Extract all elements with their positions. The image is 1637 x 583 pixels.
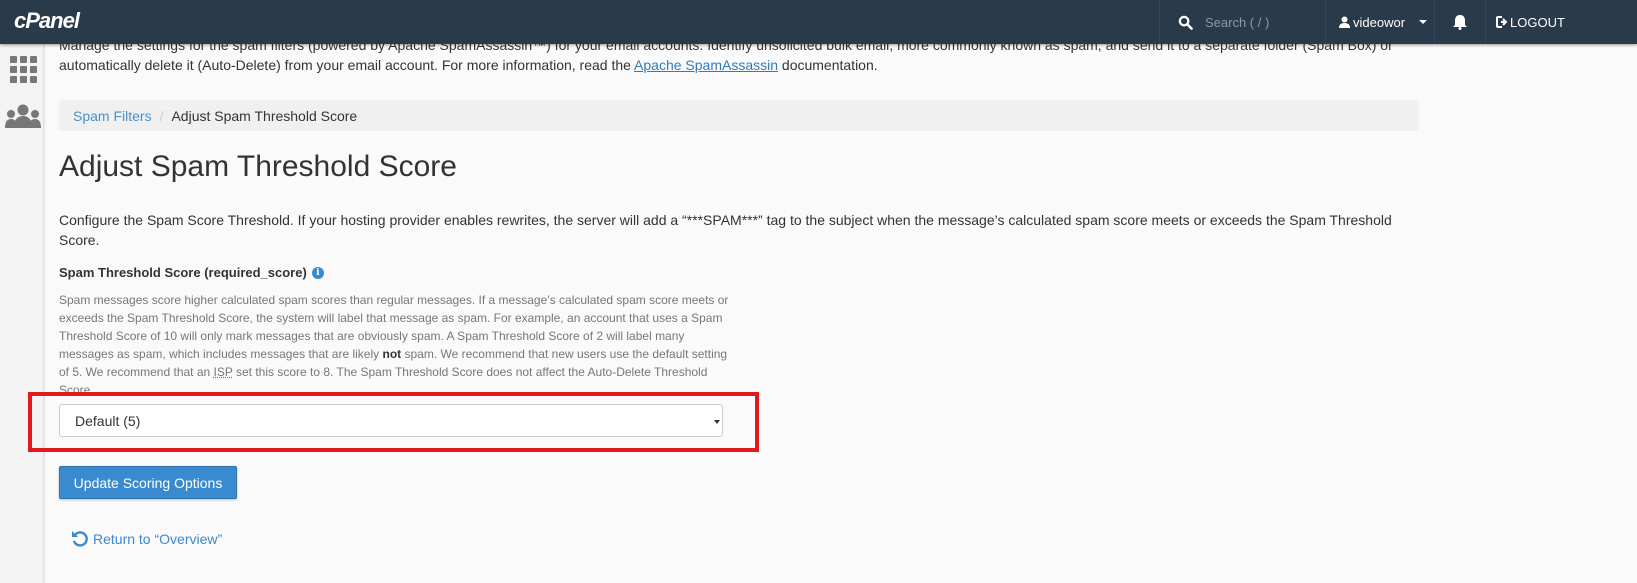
grid-icon[interactable] [10,56,37,83]
intro-text-part: documentation. [778,57,878,73]
logout-button[interactable]: LOGOUT [1485,0,1637,44]
field-label-text: Spam Threshold Score (required_score) [59,265,307,280]
logout-label: LOGOUT [1510,14,1565,30]
help-text-bold: not [382,347,402,361]
update-scoring-options-button[interactable]: Update Scoring Options [59,466,237,499]
breadcrumb: Spam Filters / Adjust Spam Threshold Sco… [59,100,1419,131]
chevron-down-icon [1419,20,1428,24]
breadcrumb-spam-filters[interactable]: Spam Filters [73,108,152,124]
user-icon [1339,16,1350,28]
spamassassin-docs-link[interactable]: Apache SpamAssassin [634,57,778,73]
search-box[interactable] [1159,0,1325,44]
sidebar [0,44,44,583]
breadcrumb-current: Adjust Spam Threshold Score [171,107,358,124]
users-icon[interactable] [5,104,41,128]
username: videowor [1353,14,1406,30]
top-navbar: cPanel videowor LOGOUT [0,0,1637,44]
undo-icon [72,531,88,547]
bell-icon [1453,15,1467,30]
info-icon[interactable]: i [311,266,324,279]
return-link-label: Return to “Overview” [93,531,223,547]
field-help-text: Spam messages score higher calculated sp… [59,291,729,399]
field-label: Spam Threshold Score (required_score) i [59,265,324,280]
search-icon [1178,15,1193,30]
notifications-button[interactable] [1434,0,1485,44]
cpanel-logo[interactable]: cPanel [14,8,80,34]
logout-icon [1496,16,1508,28]
breadcrumb-separator: / [159,107,164,124]
page-title: Adjust Spam Threshold Score [59,150,457,183]
highlight-box [28,392,759,452]
isp-abbr: ISP [213,365,233,379]
search-input[interactable] [1203,13,1317,31]
page-description: Configure the Spam Score Threshold. If y… [59,212,1392,248]
return-to-overview-link[interactable]: Return to “Overview” [71,530,222,548]
user-menu[interactable]: videowor [1325,0,1434,44]
